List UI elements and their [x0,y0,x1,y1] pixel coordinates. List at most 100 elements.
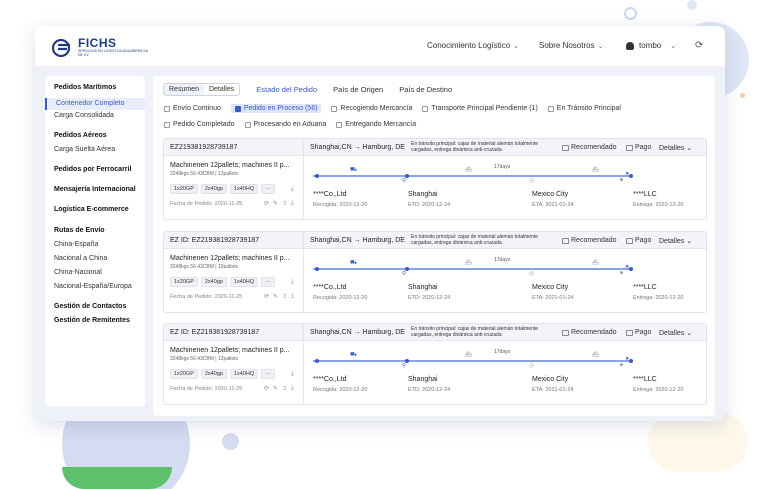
order-actions: ⟳ ✎ ⇪ ⤓ [264,385,294,392]
edit-icon[interactable]: ✎ [273,200,278,207]
divider [303,232,304,312]
pickup-icon: ⚲ [402,271,407,277]
sidebar-item[interactable]: Carga Suelta Aérea [54,146,115,153]
container-chip: 1x20GP [170,184,198,194]
details-dropdown[interactable]: Detalles ⌄ [659,144,692,153]
container-chip: 1x20GP [170,369,198,379]
details-dropdown[interactable]: Detalles ⌄ [659,329,692,338]
sidebar-item[interactable]: Gestión de Contactos [54,303,126,310]
download-icon[interactable]: ⤓ [291,186,294,193]
sidebar-item[interactable]: Rutas de Envío [54,227,105,234]
filter-checkbox[interactable]: Pedido en Proceso (56) [230,104,322,113]
user-menu[interactable]: tombo ⌄ [626,41,676,50]
download-icon[interactable]: ⤓ [291,279,294,286]
filter-checkbox[interactable]: En Tránsito Principal [547,105,621,112]
container-chip: 1x40HQ [229,184,259,194]
stop-date: Entrega: 2020-12-20 [633,387,684,393]
chevron-down-icon: ⌄ [513,42,520,50]
filter-checkbox[interactable]: Entregando Mercancía [336,121,416,128]
arrow-icon: ➤ [625,356,630,362]
share-icon[interactable]: ⇪ [282,385,287,392]
details-dropdown[interactable]: Detalles ⌄ [659,237,692,246]
sidebar-item[interactable]: Nacional a China [54,255,107,262]
order-route: Shanghai,CN → Hamburg, DE [310,144,405,151]
tracking-line [313,175,631,177]
pickup-icon: ⚲ [402,363,407,369]
filter-row-2: Pedido Completado Procesando en Aduana Ent… [164,121,416,128]
sidebar-item[interactable]: Mensajería Internacional [54,186,136,193]
top-bar: FICHS SERVICIOS EN LOGISTICA ADUANERA SA… [35,26,725,66]
sidebar-item[interactable]: China-Nacional [54,269,102,276]
stop-date: ETD: 2020-12-24 [408,387,451,393]
stop-name: Mexico City [532,191,569,198]
main-panel: Resumen Detalles Estado del Pedido País … [153,76,715,416]
stop-name: ****LLC [633,376,657,383]
nav-knowledge-label: Conocimiento Logístico [427,41,511,50]
tab-summary[interactable]: Resumen [164,83,204,95]
clock-icon: ◷ [529,271,534,277]
order-id: EZ ID: EZ219381928739187 [170,237,260,244]
checkbox-icon [164,105,170,112]
filter-checkbox[interactable]: Procesando en Aduana [244,121,326,128]
order-card: EZ219381928739187 Shanghai,CN → Hamburg, … [163,138,707,220]
filter-label: Entregando Mercancía [345,121,417,128]
sidebar-item[interactable]: Pedidos Aéreos [54,132,107,139]
payment-button[interactable]: Pago [626,237,651,244]
stop-date: ETA: 2021-01-24 [532,202,574,208]
share-icon[interactable]: ⇪ [282,200,287,207]
tracking-line [313,268,631,270]
payment-label: Pago [635,144,652,151]
filter-checkbox[interactable]: Transporte Principal Pendiente (1) [422,105,538,112]
edit-icon[interactable]: ✎ [273,385,278,392]
share-icon[interactable]: ⇪ [282,293,287,300]
order-actions: ⟳ ✎ ⇪ ⤓ [264,200,294,207]
sidebar-item[interactable]: Pedidos Marítimos [54,84,116,91]
logo-text: FICHS SERVICIOS EN LOGISTICA ADUANERA SA… [78,37,152,57]
tab-details[interactable]: Detalles [204,84,239,95]
tab-order-status[interactable]: Estado del Pedido [256,85,317,94]
tracking-line [313,360,631,362]
chevron-down-icon: ⌄ [597,42,604,50]
refresh-icon[interactable]: ⟳ [695,40,703,51]
refresh-icon[interactable]: ⟳ [264,293,269,300]
container-chip[interactable]: ··· [261,277,275,287]
recommended-button[interactable]: Recomendado [562,144,617,151]
download-icon[interactable]: ⤓ [291,371,294,378]
app-window: FICHS SERVICIOS EN LOGISTICA ADUANERA SA… [35,26,725,421]
nav-about[interactable]: Sobre Nosotros ⌄ [539,41,603,50]
divider [303,139,304,219]
payment-button[interactable]: Pago [626,329,651,336]
product-specs: 3248kgs 56.43CBM | 12pallets [170,356,239,362]
sidebar-item[interactable]: Nacional-España/Europa [54,283,132,290]
refresh-icon[interactable]: ⟳ [264,385,269,392]
ship-icon: ⛴ [465,260,472,266]
tab-origin-country[interactable]: País de Origen [333,85,383,94]
download-icon[interactable]: ⤓ [291,385,294,392]
tab-destination-country[interactable]: País de Destino [399,85,452,94]
filter-checkbox[interactable]: Pedido Completado [164,121,235,128]
refresh-icon[interactable]: ⟳ [264,200,269,207]
nav-knowledge[interactable]: Conocimiento Logístico ⌄ [427,41,519,50]
stop-date: Entrega: 2020-12-20 [633,295,684,301]
stop-date: Recogida: 2020-12-20 [313,202,368,208]
order-status-text: En tránsito principal: cajas de material… [411,326,539,338]
filter-checkbox[interactable]: Envío Continuo [164,105,221,112]
filter-checkbox[interactable]: Recogiendo Mercancía [331,105,412,112]
sidebar-item[interactable]: China-España [54,241,98,248]
sidebar-item[interactable]: Gestión de Remitentes [54,317,130,324]
container-chip[interactable]: ··· [261,369,275,379]
recommended-button[interactable]: Recomendado [562,329,617,336]
decorative-ring [624,7,637,20]
recommended-button[interactable]: Recomendado [562,237,617,244]
container-chip[interactable]: ··· [261,184,275,194]
sidebar-item[interactable]: Contenedor Completo [45,98,145,110]
download-icon[interactable]: ⤓ [291,200,294,207]
sidebar-item[interactable]: Pedidos por Ferrocarril [54,166,131,173]
payment-button[interactable]: Pago [626,144,651,151]
divider [303,324,304,404]
edit-icon[interactable]: ✎ [273,293,278,300]
download-icon[interactable]: ⤓ [291,293,294,300]
sidebar-item[interactable]: Carga Consolidada [54,112,114,119]
logo[interactable]: FICHS SERVICIOS EN LOGISTICA ADUANERA SA… [52,37,152,57]
sidebar-item[interactable]: Logística E-commerce [54,206,129,213]
